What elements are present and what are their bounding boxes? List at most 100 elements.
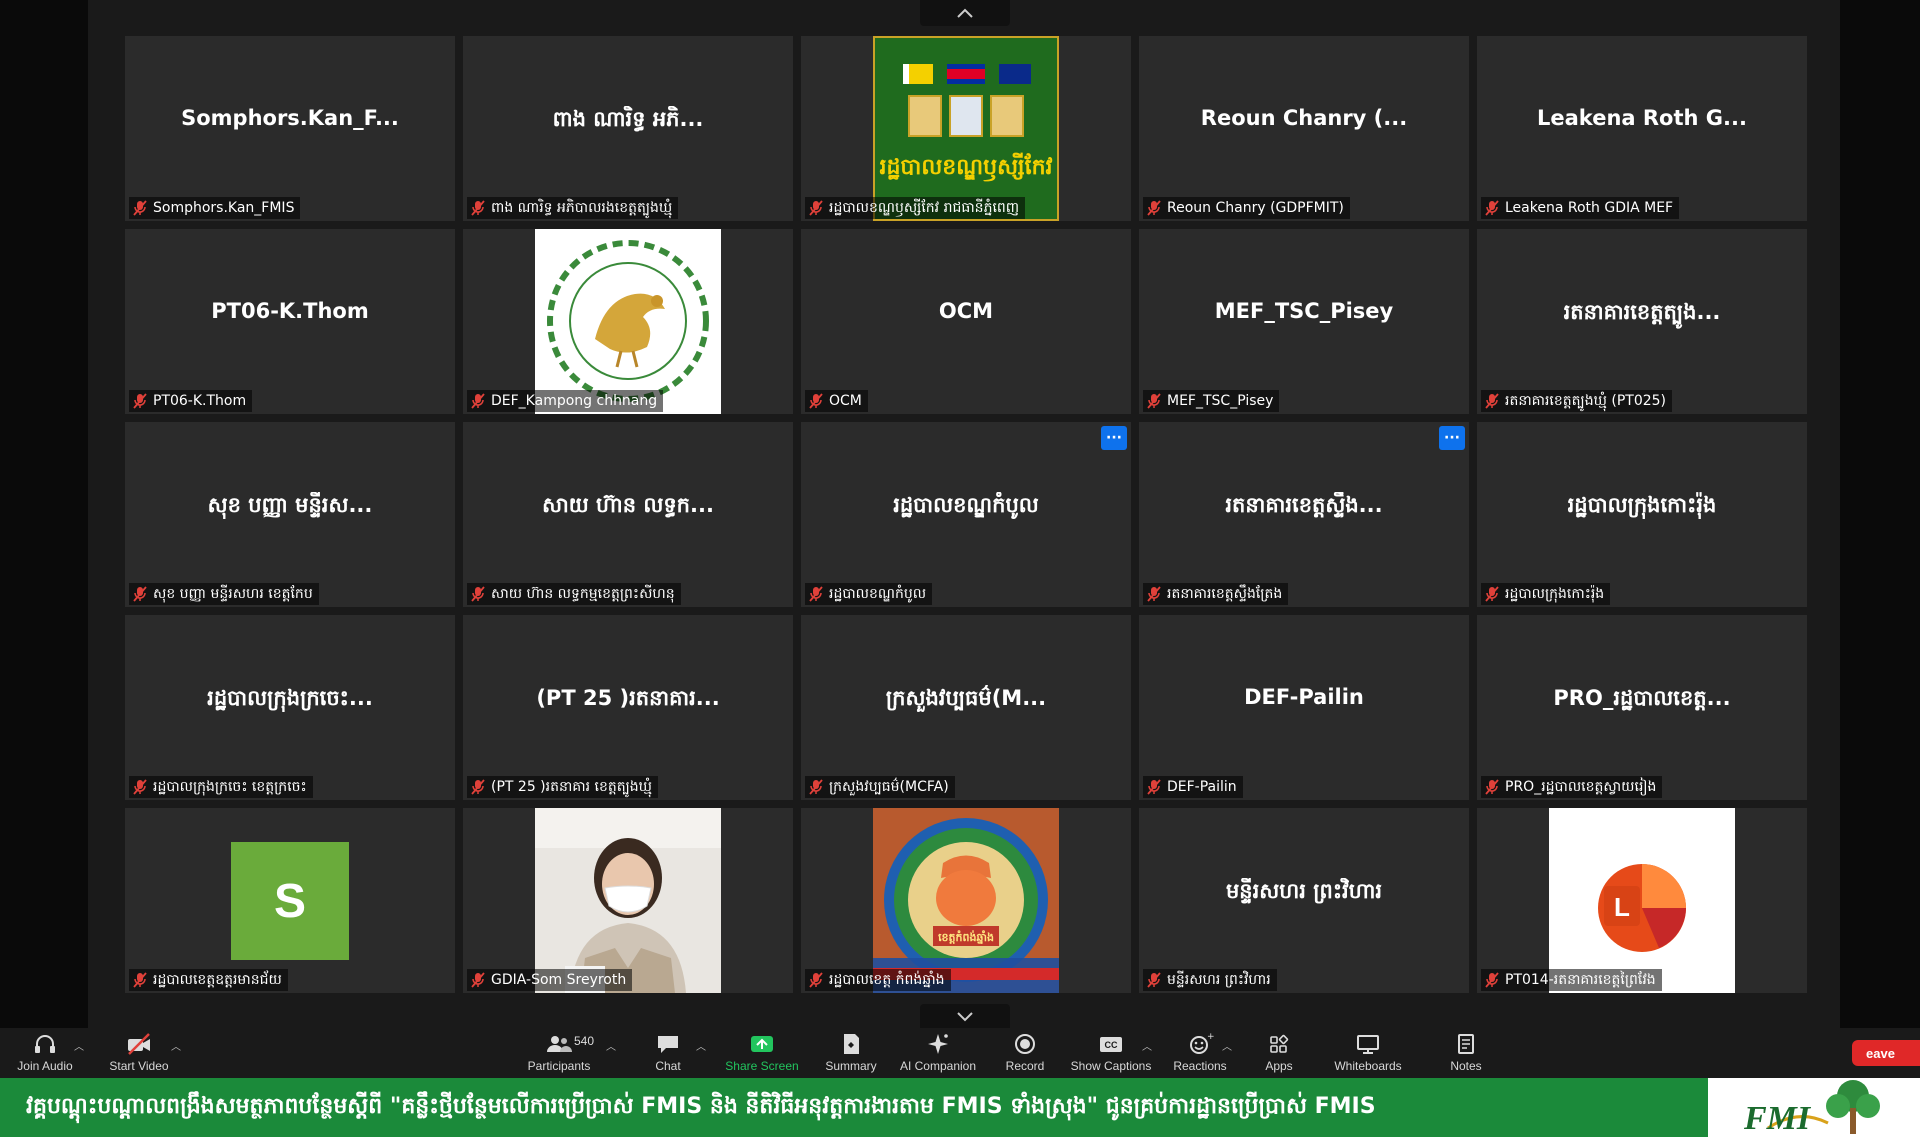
page-up-button[interactable] bbox=[920, 0, 1010, 26]
record-button[interactable]: Record bbox=[1000, 1028, 1050, 1078]
participant-tile[interactable]: ខេត្តកំពង់ឆ្នាំង រដ្ឋបាលខេត្ត កំពង់ឆ្នាំង bbox=[801, 808, 1131, 993]
participant-label-text: GDIA-Som Sreyroth bbox=[491, 972, 627, 988]
participant-tile[interactable]: PRO_រដ្ឋបាលខេត្ត... PRO_រដ្ឋបាលខេត្តស្វាយ… bbox=[1477, 615, 1807, 800]
chat-icon bbox=[658, 1036, 678, 1053]
participant-display-name: ក្រសួងវប្បធម៌(M... bbox=[885, 686, 1047, 710]
participant-name-label: PT014-រតនាគារខេត្តព្រៃវែង bbox=[1481, 969, 1662, 991]
participant-name-label: DEF_Kampong chhnang bbox=[467, 390, 664, 412]
leave-button[interactable]: eave bbox=[1852, 1040, 1920, 1066]
participant-tile[interactable]: សុខ បញ្ញា មន្ទីរស... សុខ បញ្ញា មន្ទីរសហរ … bbox=[125, 422, 455, 607]
notes-icon bbox=[1458, 1034, 1474, 1054]
participant-tile[interactable]: DEF-Pailin DEF-Pailin bbox=[1139, 615, 1469, 800]
participant-tile[interactable]: Reoun Chanry (... Reoun Chanry (GDPFMIT) bbox=[1139, 36, 1469, 221]
participant-display-name: រតនាគារខេត្តត្បូង... bbox=[1563, 300, 1721, 324]
participant-tile[interactable]: PT06-K.Thom PT06-K.Thom bbox=[125, 229, 455, 414]
more-options-button[interactable]: ··· bbox=[1101, 426, 1127, 450]
participant-tile[interactable]: OCM OCM bbox=[801, 229, 1131, 414]
headphones-icon bbox=[35, 1035, 55, 1053]
chat-button[interactable]: Chat bbox=[650, 1028, 686, 1078]
participant-label-text: សាយ ហ៊ាន លទ្ធកម្មខេត្តព្រះសីហនុ bbox=[491, 585, 675, 602]
participant-tile[interactable]: ពាង ណារិទ្ធ អភិ... ពាង ណារិទ្ធ អភិបាលរងខេ… bbox=[463, 36, 793, 221]
mic-muted-icon bbox=[1147, 393, 1161, 409]
apps-icon bbox=[1270, 1034, 1289, 1053]
mic-muted-icon bbox=[809, 779, 823, 795]
captions-badge: CC bbox=[1105, 1040, 1118, 1050]
participant-label-text: រដ្ឋបាលខណ្ឌកំបូល bbox=[829, 585, 927, 602]
participant-name-label: រដ្ឋបាលក្រុងក្រចេះ ខេត្តក្រចេះ bbox=[129, 776, 313, 798]
left-margin bbox=[0, 0, 88, 1028]
participant-tile[interactable]: រតនាគារខេត្តស្ទឹង... ··· រតនាគារខេត្តស្ទឹង… bbox=[1139, 422, 1469, 607]
participant-name-label: រដ្ឋបាលក្រុងកោះរ៉ុង bbox=[1481, 583, 1611, 605]
reactions-options-caret[interactable]: ︿ bbox=[1222, 1038, 1232, 1053]
participant-name-label: Reoun Chanry (GDPFMIT) bbox=[1143, 197, 1350, 219]
participant-name-label: មន្ទីរសហរ ព្រះវិហារ bbox=[1143, 969, 1277, 991]
mic-muted-icon bbox=[133, 200, 147, 216]
sparkle-icon bbox=[928, 1034, 948, 1054]
captions-options-caret[interactable]: ︿ bbox=[1142, 1038, 1152, 1053]
meeting-toolbar: Join Audio ︿ Start Video ︿ Participants … bbox=[0, 1028, 1920, 1078]
participant-tile[interactable]: Leakena Roth G... Leakena Roth GDIA MEF bbox=[1477, 36, 1807, 221]
participant-tile[interactable]: រដ្ឋបាលខណ្ឌកំបូល ··· រដ្ឋបាលខណ្ឌកំបូល bbox=[801, 422, 1131, 607]
participant-tile[interactable]: រដ្ឋបាលក្រុងក្រចេះ... រដ្ឋបាលក្រុងក្រចេះ … bbox=[125, 615, 455, 800]
emoji-icon: + bbox=[1190, 1032, 1214, 1054]
participants-options-caret[interactable]: ︿ bbox=[606, 1038, 616, 1053]
video-options-caret[interactable]: ︿ bbox=[171, 1038, 181, 1053]
participant-tile[interactable]: (PT 25 )រតនាគារ... (PT 25 )រតនាគារ ខេត្តត… bbox=[463, 615, 793, 800]
apps-label: Apps bbox=[1265, 1059, 1293, 1073]
participant-display-name: រតនាគារខេត្តស្ទឹង... bbox=[1225, 493, 1383, 517]
mic-muted-icon bbox=[1485, 972, 1499, 988]
participant-display-name: Somphors.Kan_F... bbox=[181, 106, 399, 130]
show-captions-button[interactable]: CC Show Captions bbox=[1070, 1028, 1152, 1078]
mic-muted-icon bbox=[1485, 200, 1499, 216]
participant-tile[interactable]: Somphors.Kan_F... Somphors.Kan_FMIS bbox=[125, 36, 455, 221]
audio-options-caret[interactable]: ︿ bbox=[74, 1038, 84, 1053]
right-margin bbox=[1840, 0, 1920, 1028]
whiteboards-button[interactable]: Whiteboards bbox=[1330, 1028, 1406, 1078]
start-video-button[interactable]: Start Video bbox=[106, 1028, 172, 1078]
mic-muted-icon bbox=[1485, 779, 1499, 795]
participant-tile[interactable]: S រដ្ឋបាលខេត្តឧត្តរមានជ័យ bbox=[125, 808, 455, 993]
mic-muted-icon bbox=[133, 586, 147, 602]
participant-tile[interactable]: រដ្ឋបាលក្រុងកោះរ៉ុង រដ្ឋបាលក្រុងកោះរ៉ុង bbox=[1477, 422, 1807, 607]
record-icon bbox=[1015, 1034, 1035, 1054]
participant-tile[interactable]: GDIA-Som Sreyroth bbox=[463, 808, 793, 993]
apps-button[interactable]: Apps bbox=[1260, 1028, 1298, 1078]
participant-name-label: រដ្ឋបាលខណ្ឌកំបូល bbox=[805, 583, 933, 605]
participant-display-name: រដ្ឋបាលខណ្ឌកំបូល bbox=[893, 493, 1039, 517]
participant-label-text: MEF_TSC_Pisey bbox=[1167, 393, 1274, 409]
participant-display-name: (PT 25 )រតនាគារ... bbox=[536, 686, 720, 710]
participant-display-name: មន្ទីរសហរ ព្រះវិហារ bbox=[1225, 879, 1383, 903]
mic-muted-icon bbox=[809, 586, 823, 602]
participant-name-label: រដ្ឋបាលខណ្ឌឫស្សីកែវ រាជធានីភ្នំពេញ bbox=[805, 197, 1026, 219]
summary-label: Summary bbox=[825, 1059, 877, 1073]
participant-tile[interactable]: MEF_TSC_Pisey MEF_TSC_Pisey bbox=[1139, 229, 1469, 414]
participant-tile[interactable]: រតនាគារខេត្តត្បូង... រតនាគារខេត្តត្បូងឃ្ម… bbox=[1477, 229, 1807, 414]
participant-tile[interactable]: មន្ទីរសហរ ព្រះវិហារ មន្ទីរសហរ ព្រះវិហារ bbox=[1139, 808, 1469, 993]
share-screen-label: Share Screen bbox=[725, 1059, 799, 1073]
participant-label-text: មន្ទីរសហរ ព្រះវិហារ bbox=[1167, 971, 1271, 988]
participant-label-text: រដ្ឋបាលខណ្ឌឫស្សីកែវ រាជធានីភ្នំពេញ bbox=[829, 199, 1020, 216]
participant-name-label: សាយ ហ៊ាន លទ្ធកម្មខេត្តព្រះសីហនុ bbox=[467, 583, 681, 605]
participants-count: 540 bbox=[574, 1034, 595, 1048]
participant-tile[interactable]: DEF_Kampong chhnang bbox=[463, 229, 793, 414]
start-video-label: Start Video bbox=[109, 1059, 169, 1073]
notes-button[interactable]: Notes bbox=[1446, 1028, 1486, 1078]
page-down-button[interactable] bbox=[920, 1004, 1010, 1030]
share-screen-button[interactable]: Share Screen bbox=[724, 1028, 800, 1078]
join-audio-button[interactable]: Join Audio bbox=[14, 1028, 76, 1078]
participant-tile[interactable]: រដ្ឋបាលខណ្ឌឫស្សីកែវ រដ្ឋបាលខណ្ឌឫស្សីកែវ រ… bbox=[801, 36, 1131, 221]
participant-tile[interactable]: ក្រសួងវប្បធម៌(M... ក្រសួងវប្បធម៌(MCFA) bbox=[801, 615, 1131, 800]
reactions-button[interactable]: + Reactions bbox=[1170, 1028, 1230, 1078]
participant-tile[interactable]: សាយ ហ៊ាន លទ្ធក... សាយ ហ៊ាន លទ្ធកម្មខេត្តព… bbox=[463, 422, 793, 607]
ai-companion-button[interactable]: AI Companion bbox=[898, 1028, 978, 1078]
more-options-button[interactable]: ··· bbox=[1439, 426, 1465, 450]
participant-avatar: S bbox=[231, 842, 349, 960]
chat-options-caret[interactable]: ︿ bbox=[696, 1038, 706, 1053]
participant-tile[interactable]: L PT014-រតនាគារខេត្តព្រៃវែង bbox=[1477, 808, 1807, 993]
mic-muted-icon bbox=[809, 972, 823, 988]
participant-name-label: OCM bbox=[805, 390, 868, 412]
participant-label-text: រដ្ឋបាលខេត្តឧត្តរមានជ័យ bbox=[153, 971, 282, 988]
summary-button[interactable]: Summary bbox=[822, 1028, 880, 1078]
chat-label: Chat bbox=[655, 1059, 681, 1073]
participant-name-label: PT06-K.Thom bbox=[129, 390, 253, 412]
